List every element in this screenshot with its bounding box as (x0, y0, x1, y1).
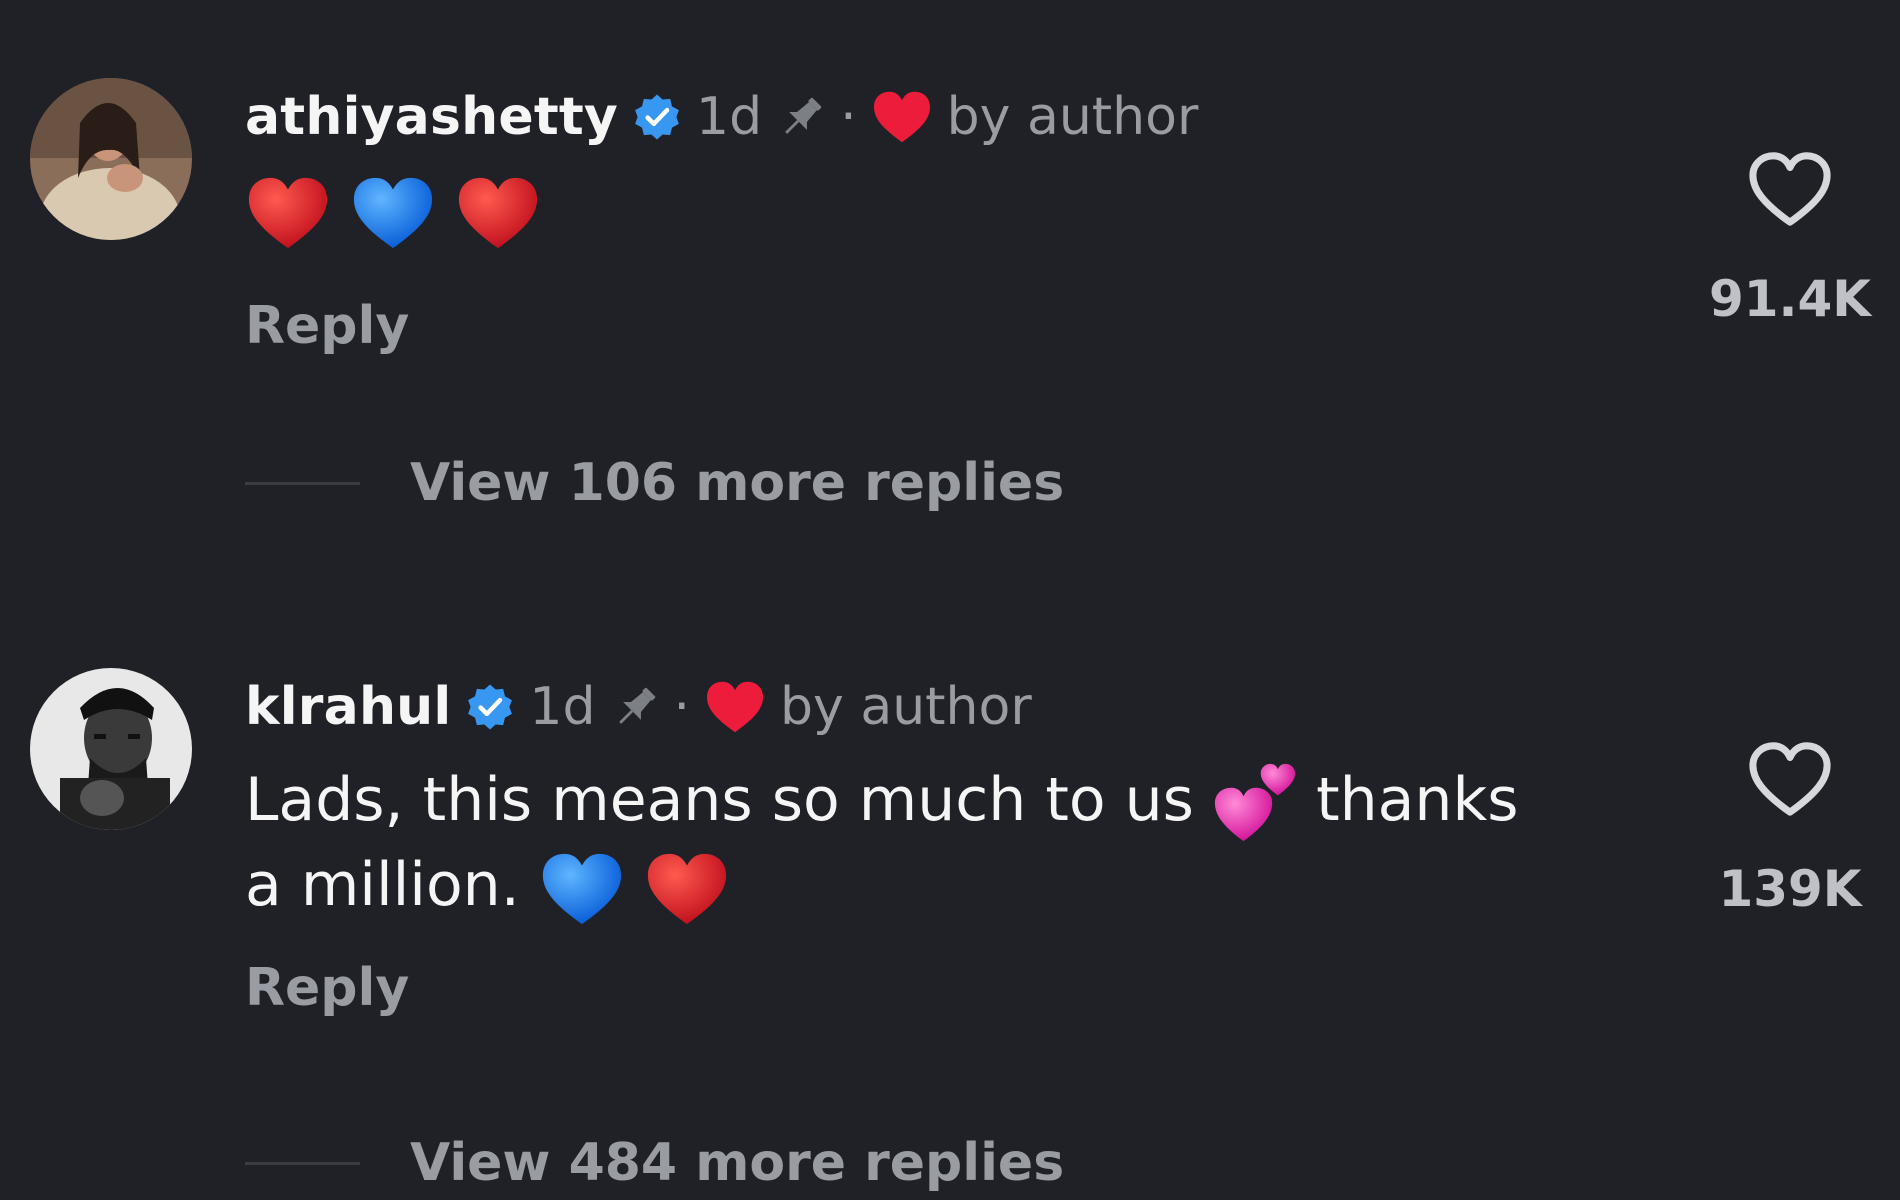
divider (245, 1161, 360, 1165)
view-replies-label: View 106 more replies (410, 453, 1065, 513)
red-heart-emoji-icon (459, 178, 538, 249)
comment-text-part: a million. (245, 850, 520, 921)
view-replies-label: View 484 more replies (410, 1133, 1065, 1193)
timestamp: 1d (696, 87, 763, 147)
separator-dot: · (673, 677, 691, 737)
comment-text (245, 170, 1645, 266)
comment-text-part: thanks (1316, 765, 1519, 835)
like-column: 91.4K (1700, 148, 1880, 328)
view-replies-button[interactable]: View 484 more replies (245, 1133, 1064, 1193)
pin-icon (785, 97, 822, 134)
timestamp: 1d (529, 677, 596, 737)
comment-header: athiyashetty 1d · by author (245, 78, 1198, 156)
red-heart-emoji-icon (647, 853, 727, 924)
divider (245, 481, 360, 485)
avatar[interactable] (30, 668, 192, 830)
like-column: 139K (1700, 738, 1880, 918)
comment-text-part: Lads, this means so much to us (245, 765, 1194, 835)
avatar[interactable] (30, 78, 192, 240)
blue-heart-emoji-icon (542, 853, 621, 924)
like-count: 91.4K (1708, 270, 1872, 328)
author-liked-heart-icon (873, 91, 930, 143)
reply-button[interactable]: Reply (245, 296, 409, 356)
separator-dot: · (840, 87, 857, 147)
like-heart-icon[interactable] (1744, 148, 1836, 230)
liked-by-author-label: by author (946, 87, 1199, 147)
blue-heart-emoji-icon (353, 178, 433, 249)
comment-header: klrahul 1d · by author (245, 668, 1032, 746)
view-replies-button[interactable]: View 106 more replies (245, 453, 1064, 513)
verified-badge-icon (635, 94, 679, 140)
like-heart-icon[interactable] (1744, 738, 1836, 820)
username[interactable]: klrahul (245, 677, 451, 737)
like-count: 139K (1718, 860, 1862, 918)
reply-button[interactable]: Reply (245, 958, 409, 1018)
comment-text: Lads, this means so much to us thanks a … (245, 760, 1645, 929)
red-heart-emoji-icon (248, 178, 328, 249)
verified-badge-icon (468, 684, 513, 730)
author-liked-heart-icon (707, 681, 764, 733)
liked-by-author-label: by author (780, 677, 1032, 737)
username[interactable]: athiyashetty (245, 87, 618, 147)
two-hearts-emoji-icon (1214, 764, 1296, 842)
pin-icon (618, 687, 655, 724)
